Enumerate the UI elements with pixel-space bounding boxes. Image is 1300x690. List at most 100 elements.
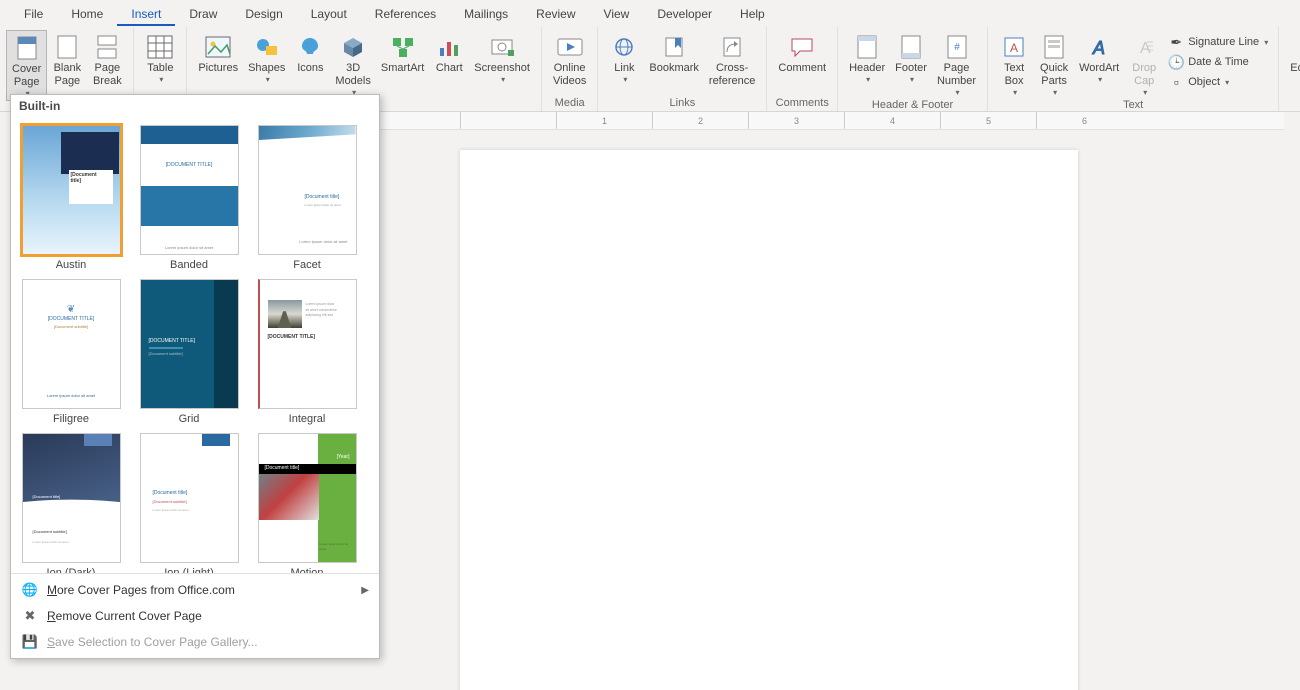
group-symbols: πEquation▾ ΩSymbol▾ Symbols xyxy=(1279,27,1300,111)
equation-button[interactable]: πEquation▾ xyxy=(1285,30,1300,86)
more-cover-pages[interactable]: 🌐MMore Cover Pages from Office.comore Co… xyxy=(11,577,379,603)
cover-page-icon xyxy=(17,33,37,63)
video-icon xyxy=(557,32,583,62)
svg-text:A: A xyxy=(1140,40,1151,57)
bookmark-button[interactable]: Bookmark xyxy=(644,30,704,77)
document-page[interactable] xyxy=(460,150,1078,690)
online-videos-button[interactable]: Online Videos xyxy=(548,30,591,90)
cover-item-banded[interactable]: [DOCUMENT TITLE]Lorem ipsum dolor sit am… xyxy=(139,125,239,271)
dropdown-header: Built-in xyxy=(11,95,379,117)
cube-icon xyxy=(341,32,365,62)
tab-help[interactable]: Help xyxy=(726,2,779,26)
cover-item-ion-light[interactable]: [Document title][Document subtitle]Lorem… xyxy=(139,433,239,573)
pictures-button[interactable]: Pictures xyxy=(193,30,243,77)
svg-text:A: A xyxy=(1092,38,1105,58)
page-break-icon xyxy=(97,32,117,62)
signature-line-button[interactable]: ✒Signature Line ▾ xyxy=(1164,32,1272,52)
pagenum-icon: # xyxy=(947,32,967,62)
crossref-button[interactable]: Cross- reference xyxy=(704,30,760,90)
blank-page-icon xyxy=(57,32,77,62)
footer-icon xyxy=(901,32,921,62)
footer-button[interactable]: Footer▾ xyxy=(890,30,932,86)
screenshot-icon xyxy=(490,32,514,62)
table-icon xyxy=(147,32,173,62)
page-break-button[interactable]: Page Break xyxy=(87,30,127,90)
wordart-icon: A xyxy=(1087,32,1111,62)
cover-item-facet[interactable]: [Document title]Lorem ipsum dolor sit am… xyxy=(257,125,357,271)
cover-page-button[interactable]: Cover Page▾ xyxy=(6,30,47,101)
save-selection-gallery: 💾Save Selection to Cover Page Gallery... xyxy=(11,629,379,655)
icons-button[interactable]: Icons xyxy=(290,30,330,77)
cover-page-dropdown: Built-in [Document title] Austin [DOCUME… xyxy=(10,94,380,659)
header-icon xyxy=(857,32,877,62)
save-gallery-icon: 💾 xyxy=(21,633,39,651)
quickparts-button[interactable]: Quick Parts▾ xyxy=(1034,30,1074,99)
dropcap-icon: A xyxy=(1133,32,1155,62)
page-area xyxy=(380,130,1300,690)
tab-mailings[interactable]: Mailings xyxy=(450,2,522,26)
cover-item-ion-dark[interactable]: [Document title][Document subtitle]Lorem… xyxy=(21,433,121,573)
datetime-icon: 🕒 xyxy=(1168,54,1184,70)
group-text: AText Box▾ Quick Parts▾ AWordArt▾ ADrop … xyxy=(988,27,1279,111)
textbox-button[interactable]: AText Box▾ xyxy=(994,30,1034,99)
group-comments: Comment Comments xyxy=(767,27,838,111)
tab-design[interactable]: Design xyxy=(231,2,296,26)
crossref-icon xyxy=(722,32,742,62)
group-links: Link▾ Bookmark Cross- reference Links xyxy=(598,27,767,111)
menu-tabs: File Home Insert Draw Design Layout Refe… xyxy=(0,0,1300,27)
object-icon: ▫ xyxy=(1168,74,1184,90)
link-button[interactable]: Link▾ xyxy=(604,30,644,86)
tab-references[interactable]: References xyxy=(361,2,450,26)
chart-button[interactable]: Chart xyxy=(429,30,469,77)
cover-item-austin[interactable]: [Document title] Austin xyxy=(21,125,121,271)
tab-view[interactable]: View xyxy=(590,2,644,26)
comment-icon xyxy=(789,32,815,62)
table-button[interactable]: Table▾ xyxy=(140,30,180,86)
group-label-comments: Comments xyxy=(776,97,829,111)
cover-item-motion[interactable]: [Year][Document title]Lorem ipsum dolor … xyxy=(257,433,357,573)
group-media: Online Videos Media xyxy=(542,27,598,111)
3d-models-button[interactable]: 3D Models▾ xyxy=(330,30,375,99)
smartart-button[interactable]: SmartArt xyxy=(376,30,429,77)
group-label-links: Links xyxy=(670,97,696,111)
icons-icon xyxy=(298,32,322,62)
remove-page-icon: ✖ xyxy=(21,607,39,625)
group-label-media: Media xyxy=(555,97,585,111)
shapes-icon xyxy=(254,32,280,62)
tab-review[interactable]: Review xyxy=(522,2,589,26)
tab-home[interactable]: Home xyxy=(57,2,117,26)
svg-text:#: # xyxy=(954,42,960,53)
chart-icon xyxy=(437,32,461,62)
cover-item-filigree[interactable]: ❦[DOCUMENT TITLE][Document subtitle]Lore… xyxy=(21,279,121,425)
signature-icon: ✒ xyxy=(1168,34,1184,50)
bookmark-icon xyxy=(664,32,684,62)
dropdown-footer: 🌐MMore Cover Pages from Office.comore Co… xyxy=(11,573,379,658)
wordart-button[interactable]: AWordArt▾ xyxy=(1074,30,1124,86)
smartart-icon xyxy=(391,32,415,62)
object-button[interactable]: ▫Object ▾ xyxy=(1164,72,1272,92)
globe-icon: 🌐 xyxy=(21,581,39,599)
svg-text:A: A xyxy=(1010,41,1018,55)
blank-page-button[interactable]: Blank Page xyxy=(47,30,87,90)
gallery-scroll[interactable]: [Document title] Austin [DOCUMENT TITLE]… xyxy=(11,117,379,573)
group-headerfooter: Header▾ Footer▾ #Page Number▾ Header & F… xyxy=(838,27,988,111)
comment-button[interactable]: Comment xyxy=(773,30,831,77)
quickparts-icon xyxy=(1044,32,1064,62)
screenshot-button[interactable]: Screenshot▾ xyxy=(469,30,535,86)
tab-draw[interactable]: Draw xyxy=(175,2,231,26)
pictures-icon xyxy=(205,32,231,62)
shapes-button[interactable]: Shapes▾ xyxy=(243,30,290,86)
page-number-button[interactable]: #Page Number▾ xyxy=(932,30,981,99)
date-time-button[interactable]: 🕒Date & Time xyxy=(1164,52,1272,72)
tab-layout[interactable]: Layout xyxy=(297,2,361,26)
cover-item-integral[interactable]: Lorem ipsum dolor sit amet consectetur a… xyxy=(257,279,357,425)
tab-insert[interactable]: Insert xyxy=(117,2,175,26)
header-button[interactable]: Header▾ xyxy=(844,30,890,86)
tab-file[interactable]: File xyxy=(10,2,57,26)
cover-item-grid[interactable]: [DOCUMENT TITLE][Document subtitle] Grid xyxy=(139,279,239,425)
tab-developer[interactable]: Developer xyxy=(643,2,726,26)
dropcap-button[interactable]: ADrop Cap▾ xyxy=(1124,30,1164,99)
remove-cover-page[interactable]: ✖Remove Current Cover Page xyxy=(11,603,379,629)
chevron-right-icon: ▶ xyxy=(361,585,369,596)
link-icon xyxy=(612,32,636,62)
